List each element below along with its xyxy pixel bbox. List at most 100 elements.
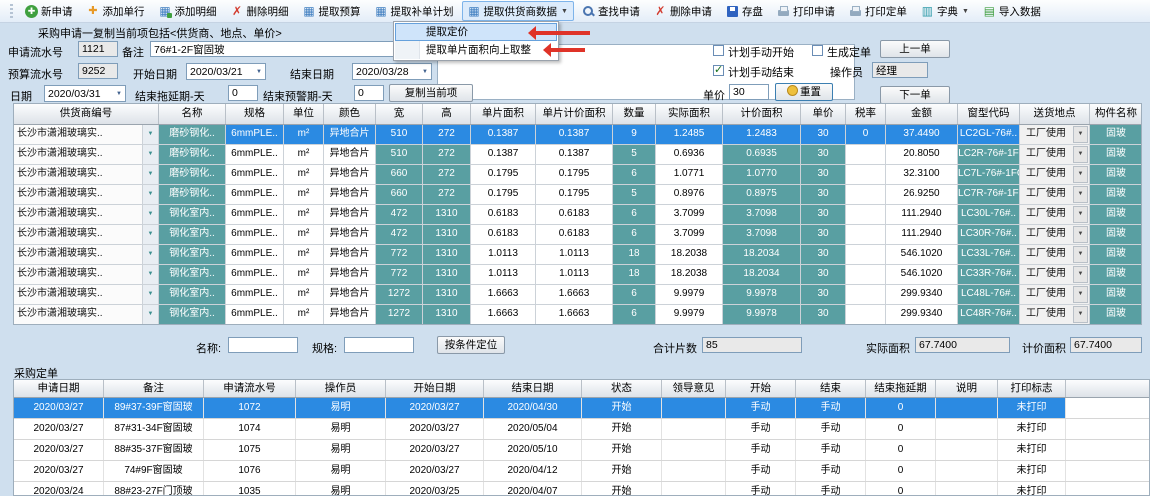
end-date-picker[interactable]: 2020/03/28 ▼: [352, 63, 432, 80]
cell[interactable]: 异地合片: [324, 205, 376, 224]
operator-input[interactable]: [872, 62, 928, 78]
column-header[interactable]: 规格: [226, 104, 284, 124]
cell[interactable]: LC2GL-76#..: [958, 125, 1020, 144]
chevron-down-icon[interactable]: ▼: [1073, 266, 1088, 283]
extract-supplement-plan-button[interactable]: 提取补单计划: [369, 1, 460, 21]
cell[interactable]: 固玻: [1090, 225, 1142, 244]
cell[interactable]: 1310: [423, 265, 471, 284]
cell[interactable]: 111.2940: [886, 205, 958, 224]
column-header[interactable]: 领导意见: [662, 380, 726, 397]
cell[interactable]: 0.6183: [536, 225, 613, 244]
cell[interactable]: 30: [801, 185, 846, 204]
cell[interactable]: 546.1020: [886, 265, 958, 284]
cell[interactable]: 长沙市潇湘玻璃实..▼: [14, 285, 159, 304]
cell[interactable]: 272: [423, 165, 471, 184]
cell[interactable]: 111.2940: [886, 225, 958, 244]
chevron-down-icon[interactable]: ▼: [142, 125, 158, 144]
cell[interactable]: 0.6183: [471, 205, 536, 224]
cell[interactable]: 1.2483: [723, 125, 801, 144]
column-header[interactable]: 备注: [104, 380, 204, 397]
cell[interactable]: 2020/03/27: [386, 419, 484, 439]
cell[interactable]: [846, 305, 886, 324]
cell[interactable]: 9.9979: [656, 305, 723, 324]
column-header[interactable]: 实际面积: [656, 104, 723, 124]
table-row[interactable]: 2020/03/2788#35-37F窗固玻1075易明2020/03/2720…: [14, 440, 1149, 461]
table-row[interactable]: 2020/03/2787#31-34F窗固玻1074易明2020/03/2720…: [14, 419, 1149, 440]
cell[interactable]: 88#35-37F窗固玻: [104, 440, 204, 460]
locate-by-condition-button[interactable]: 按条件定位: [437, 336, 505, 354]
cell[interactable]: 固玻: [1090, 205, 1142, 224]
cell[interactable]: 工厂使用▼: [1020, 165, 1090, 184]
column-header[interactable]: 操作员: [296, 380, 386, 397]
cell[interactable]: 长沙市潇湘玻璃实..▼: [14, 145, 159, 164]
column-header[interactable]: 申请流水号: [204, 380, 296, 397]
cell[interactable]: 长沙市潇湘玻璃实..▼: [14, 305, 159, 324]
cell[interactable]: [936, 398, 998, 418]
cell[interactable]: 6mmPLE..: [226, 125, 284, 144]
cell[interactable]: LC7R-76#-1FO: [958, 185, 1020, 204]
column-header[interactable]: 税率: [846, 104, 886, 124]
delete-detail-button[interactable]: 删除明细: [225, 1, 295, 21]
filter-name-input[interactable]: [228, 337, 298, 353]
chevron-down-icon[interactable]: ▼: [142, 305, 158, 324]
cell[interactable]: 异地合片: [324, 265, 376, 284]
chevron-down-icon[interactable]: ▼: [1073, 166, 1088, 183]
cell[interactable]: 30: [801, 245, 846, 264]
dictionary-button[interactable]: 字典▼: [915, 1, 975, 21]
chevron-down-icon[interactable]: ▼: [1073, 306, 1088, 323]
cell[interactable]: 固玻: [1090, 285, 1142, 304]
cell[interactable]: 易明: [296, 461, 386, 481]
cell[interactable]: [936, 461, 998, 481]
cell[interactable]: LC33R-76#..: [958, 265, 1020, 284]
cell[interactable]: LC33L-76#..: [958, 245, 1020, 264]
cell[interactable]: 6: [613, 205, 656, 224]
cell[interactable]: 磨砂钢化..: [159, 185, 226, 204]
cell[interactable]: 9: [613, 125, 656, 144]
column-header[interactable]: 窗型代码: [958, 104, 1020, 124]
cell[interactable]: 2020/03/25: [386, 482, 484, 496]
chevron-down-icon[interactable]: ▼: [419, 69, 431, 75]
cell[interactable]: LC30R-76#..: [958, 225, 1020, 244]
cell[interactable]: 0.1795: [471, 165, 536, 184]
column-header[interactable]: 名称: [159, 104, 226, 124]
cell[interactable]: 0.6935: [723, 145, 801, 164]
cell[interactable]: 26.9250: [886, 185, 958, 204]
cell[interactable]: 手动: [726, 419, 796, 439]
cell[interactable]: 长沙市潇湘玻璃实..▼: [14, 265, 159, 284]
date-picker[interactable]: 2020/03/31 ▼: [44, 85, 126, 102]
cell[interactable]: 未打印: [998, 398, 1066, 418]
cell[interactable]: m²: [284, 305, 324, 324]
cell[interactable]: 1075: [204, 440, 296, 460]
find-request-button[interactable]: 查找申请: [576, 1, 646, 21]
cell[interactable]: 272: [423, 125, 471, 144]
cell[interactable]: 6: [613, 285, 656, 304]
cell[interactable]: 1.6663: [536, 285, 613, 304]
cell[interactable]: 钢化室内..: [159, 285, 226, 304]
column-header[interactable]: 数量: [613, 104, 656, 124]
table-row[interactable]: 长沙市潇湘玻璃实..▼磨砂钢化..6mmPLE..m²异地合片6602720.1…: [14, 165, 1141, 185]
cell[interactable]: 0.8976: [656, 185, 723, 204]
cell[interactable]: 6mmPLE..: [226, 245, 284, 264]
cell[interactable]: 开始: [582, 419, 662, 439]
cell[interactable]: 1072: [204, 398, 296, 418]
cell[interactable]: 9.9979: [656, 285, 723, 304]
cell[interactable]: 0.1387: [536, 125, 613, 144]
cell[interactable]: 30: [801, 205, 846, 224]
column-header[interactable]: 单位: [284, 104, 324, 124]
cell[interactable]: 钢化室内..: [159, 305, 226, 324]
cell[interactable]: m²: [284, 205, 324, 224]
cell[interactable]: 6mmPLE..: [226, 185, 284, 204]
cell[interactable]: 工厂使用▼: [1020, 305, 1090, 324]
print-request-button[interactable]: 打印申请: [771, 1, 841, 21]
cell[interactable]: 0.1795: [536, 185, 613, 204]
cell[interactable]: 2020/04/07: [484, 482, 582, 496]
plan-manual-start-checkbox[interactable]: [713, 45, 724, 56]
cell[interactable]: 0.6183: [471, 225, 536, 244]
cell[interactable]: m²: [284, 225, 324, 244]
cell[interactable]: 510: [376, 125, 423, 144]
table-row[interactable]: 长沙市潇湘玻璃实..▼钢化室内..6mmPLE..m²异地合片77213101.…: [14, 265, 1141, 285]
cell[interactable]: 异地合片: [324, 165, 376, 184]
cell[interactable]: 未打印: [998, 461, 1066, 481]
cell[interactable]: 磨砂钢化..: [159, 145, 226, 164]
column-header[interactable]: 宽: [376, 104, 423, 124]
